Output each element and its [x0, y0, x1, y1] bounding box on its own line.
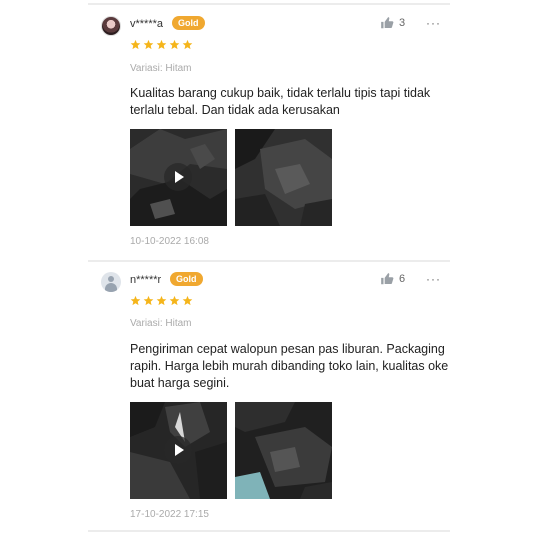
like-button[interactable]: 6	[380, 272, 405, 286]
review-photo[interactable]	[235, 402, 332, 499]
reviewer-name: n*****r	[130, 274, 162, 286]
review-video-thumbnail[interactable]	[130, 129, 227, 226]
star-icon	[156, 39, 167, 50]
review-photo[interactable]	[235, 129, 332, 226]
star-icon	[130, 295, 141, 306]
review-text: Kualitas barang cukup baik, tidak terlal…	[130, 86, 431, 117]
review-text: Pengiriman cepat walopun pesan pas libur…	[130, 342, 449, 390]
divider	[88, 260, 450, 262]
play-icon[interactable]	[164, 163, 192, 191]
star-icon	[169, 39, 180, 50]
review-date: 10-10-2022 16:08	[130, 236, 209, 247]
review-video-thumbnail[interactable]	[130, 402, 227, 499]
reviewer-name: v*****a	[130, 18, 164, 30]
more-options-icon[interactable]: ···	[426, 16, 441, 30]
user-icon	[108, 276, 114, 282]
variant-label: Variasi: Hitam	[130, 63, 192, 74]
like-button[interactable]: 3	[380, 16, 405, 30]
divider	[88, 530, 450, 532]
star-icon	[143, 39, 154, 50]
thumbs-up-icon	[381, 273, 394, 285]
avatar[interactable]	[101, 16, 121, 36]
star-icon	[156, 295, 167, 306]
star-icon	[143, 295, 154, 306]
review-date: 17-10-2022 17:15	[130, 509, 209, 520]
like-count: 6	[399, 273, 406, 285]
star-icon	[130, 39, 141, 50]
avatar[interactable]	[101, 272, 121, 292]
star-icon	[182, 39, 193, 50]
member-badge: Gold	[172, 16, 205, 30]
more-options-icon[interactable]: ···	[426, 272, 441, 286]
rating-stars	[130, 295, 193, 306]
star-icon	[169, 295, 180, 306]
rating-stars	[130, 39, 193, 50]
star-icon	[182, 295, 193, 306]
variant-label: Variasi: Hitam	[130, 318, 192, 329]
divider	[88, 3, 450, 5]
play-icon[interactable]	[164, 436, 192, 464]
like-count: 3	[399, 17, 406, 29]
member-badge: Gold	[170, 272, 203, 286]
thumbs-up-icon	[381, 17, 394, 29]
